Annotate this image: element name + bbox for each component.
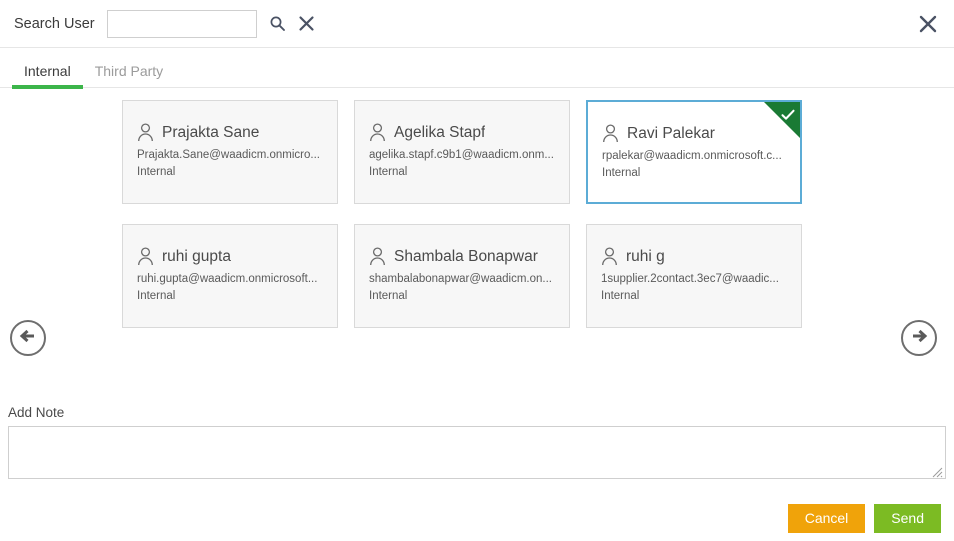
person-icon	[369, 123, 386, 142]
search-input[interactable]	[106, 9, 257, 38]
next-page-button[interactable]	[901, 320, 937, 356]
person-icon	[369, 247, 386, 266]
user-card-header: ruhi gupta	[137, 247, 323, 266]
dialog-footer: Cancel Send	[787, 504, 941, 533]
user-cards-region: Prajakta Sane Prajakta.Sane@waadicm.onmi…	[0, 88, 954, 368]
user-card-selected[interactable]: Ravi Palekar rpalekar@waadicm.onmicrosof…	[586, 100, 802, 204]
user-card-email: Prajakta.Sane@waadicm.onmicro...	[137, 149, 320, 161]
user-card-header: ruhi g	[601, 247, 787, 266]
user-card-name: Agelika Stapf	[394, 123, 486, 141]
user-card-type: Internal	[369, 166, 408, 178]
user-card-type: Internal	[602, 167, 641, 179]
person-icon	[602, 124, 619, 143]
user-card[interactable]: Agelika Stapf agelika.stapf.c9b1@waadicm…	[354, 100, 570, 204]
tab-internal-label: Internal	[24, 63, 71, 79]
close-icon[interactable]	[918, 14, 938, 34]
arrow-right-icon	[909, 326, 929, 351]
user-card-grid: Prajakta Sane Prajakta.Sane@waadicm.onmi…	[122, 100, 812, 328]
tab-third-party[interactable]: Third Party	[83, 63, 175, 88]
cancel-button[interactable]: Cancel	[787, 504, 866, 533]
search-icon[interactable]	[269, 15, 286, 32]
user-card-name: Ravi Palekar	[627, 124, 715, 142]
user-card[interactable]: ruhi g 1supplier.2contact.3ec7@waadic...…	[586, 224, 802, 328]
person-icon	[137, 247, 154, 266]
user-card[interactable]: ruhi gupta ruhi.gupta@waadicm.onmicrosof…	[122, 224, 338, 328]
user-card-name: Shambala Bonapwar	[394, 247, 538, 265]
send-button[interactable]: Send	[874, 504, 941, 533]
user-card-email: 1supplier.2contact.3ec7@waadic...	[601, 273, 779, 285]
add-note-textarea[interactable]	[8, 426, 946, 479]
user-card-email: shambalabonapwar@waadicm.on...	[369, 273, 552, 285]
clear-search-icon[interactable]	[298, 15, 315, 32]
user-card-type: Internal	[137, 166, 176, 178]
user-card-header: Shambala Bonapwar	[369, 247, 555, 266]
user-card-name: ruhi g	[626, 247, 665, 265]
previous-page-button[interactable]	[10, 320, 46, 356]
user-card-header: Agelika Stapf	[369, 123, 555, 142]
user-card-type: Internal	[601, 290, 640, 302]
user-card-type: Internal	[137, 290, 176, 302]
tab-bar: Internal Third Party	[0, 48, 954, 89]
user-card-email: ruhi.gupta@waadicm.onmicrosoft...	[137, 273, 318, 285]
user-card-email: rpalekar@waadicm.onmicrosoft.c...	[602, 150, 782, 162]
add-note-wrapper	[8, 426, 946, 479]
user-card-type: Internal	[369, 290, 408, 302]
user-card-name: ruhi gupta	[162, 247, 231, 265]
search-header: Search User	[0, 0, 954, 48]
search-user-label: Search User	[14, 15, 95, 32]
user-card[interactable]: Prajakta Sane Prajakta.Sane@waadicm.onmi…	[122, 100, 338, 204]
arrow-left-icon	[18, 326, 38, 351]
add-note-section: Add Note	[8, 405, 946, 479]
tab-internal[interactable]: Internal	[12, 63, 83, 89]
user-card-header: Prajakta Sane	[137, 123, 323, 142]
user-card-email: agelika.stapf.c9b1@waadicm.onm...	[369, 149, 554, 161]
checkmark-icon	[780, 107, 796, 123]
tab-third-party-label: Third Party	[94, 63, 164, 79]
person-icon	[601, 247, 618, 266]
person-icon	[137, 123, 154, 142]
user-card-name: Prajakta Sane	[162, 123, 260, 141]
user-card-header: Ravi Palekar	[602, 124, 786, 143]
add-note-label: Add Note	[8, 405, 65, 420]
user-card[interactable]: Shambala Bonapwar shambalabonapwar@waadi…	[354, 224, 570, 328]
